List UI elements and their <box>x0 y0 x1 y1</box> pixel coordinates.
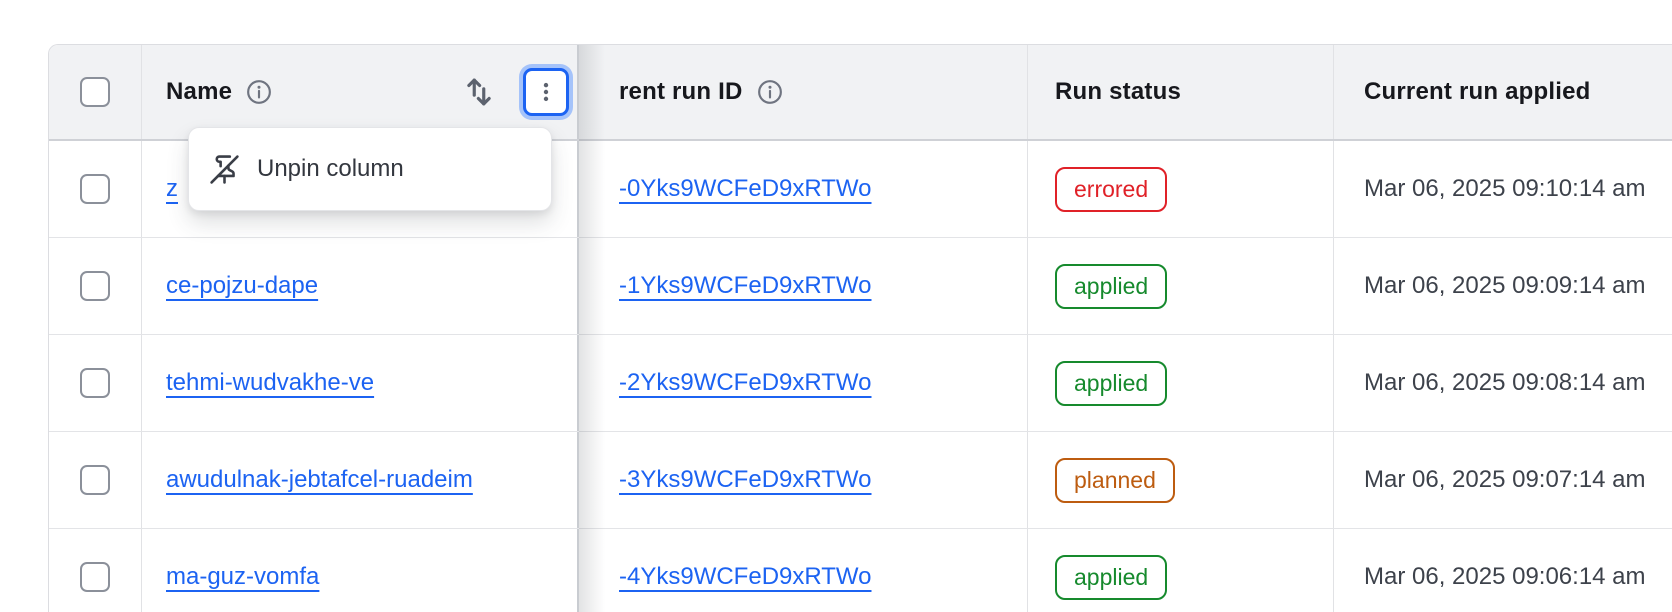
table-row: awudulnak-jebtafcel-ruadeim -3Yks9WCFeD9… <box>49 432 1672 529</box>
name-column-label: Name <box>166 78 232 106</box>
run-status-column-label: Run status <box>1055 78 1181 106</box>
row-checkbox[interactable] <box>80 368 110 398</box>
workspace-name-link[interactable]: tehmi-wudvakhe-ve <box>166 369 374 397</box>
column-header-current-run-id: rent run ID <box>579 45 1027 139</box>
column-header-current-run-applied: Current run applied <box>1333 45 1672 139</box>
info-icon[interactable] <box>246 79 272 105</box>
table-row: tehmi-wudvakhe-ve -2Yks9WCFeD9xRTWo appl… <box>49 335 1672 432</box>
current-run-applied-column-label: Current run applied <box>1364 78 1590 106</box>
run-id-link[interactable]: -2Yks9WCFeD9xRTWo <box>619 369 872 397</box>
row-checkbox[interactable] <box>80 562 110 592</box>
column-options-menu: Unpin column <box>188 127 552 211</box>
current-run-applied-timestamp: Mar 06, 2025 09:08:14 am <box>1364 369 1646 397</box>
column-header-name: Name <box>141 45 579 139</box>
table-row: ma-guz-vomfa -4Yks9WCFeD9xRTWo applied M… <box>49 529 1672 612</box>
run-status-badge: applied <box>1055 264 1167 309</box>
run-id-column-label: rent run ID <box>619 78 743 106</box>
run-status-badge: planned <box>1055 458 1175 503</box>
run-id-link[interactable]: -3Yks9WCFeD9xRTWo <box>619 466 872 494</box>
current-run-applied-timestamp: Mar 06, 2025 09:10:14 am <box>1364 175 1646 203</box>
column-options-button[interactable] <box>523 68 569 116</box>
current-run-applied-timestamp: Mar 06, 2025 09:07:14 am <box>1364 466 1646 494</box>
run-id-link[interactable]: -4Yks9WCFeD9xRTWo <box>619 563 872 591</box>
row-checkbox[interactable] <box>80 271 110 301</box>
row-checkbox[interactable] <box>80 174 110 204</box>
current-run-applied-timestamp: Mar 06, 2025 09:06:14 am <box>1364 563 1646 591</box>
workspace-name-link[interactable]: ce-pojzu-dape <box>166 272 318 300</box>
workspace-name-link[interactable]: awudulnak-jebtafcel-ruadeim <box>166 466 473 494</box>
workspace-name-link[interactable]: z <box>166 175 178 203</box>
run-id-link[interactable]: -1Yks9WCFeD9xRTWo <box>619 272 872 300</box>
run-status-badge: errored <box>1055 167 1167 212</box>
current-run-applied-timestamp: Mar 06, 2025 09:09:14 am <box>1364 272 1646 300</box>
select-all-checkbox[interactable] <box>80 77 110 107</box>
workspace-name-link[interactable]: ma-guz-vomfa <box>166 563 319 591</box>
kebab-menu-icon <box>535 79 557 105</box>
table-viewport: Name ren <box>0 0 1672 612</box>
sort-arrows-icon[interactable] <box>460 73 498 111</box>
column-header-run-status: Run status <box>1027 45 1333 139</box>
run-status-badge: applied <box>1055 361 1167 406</box>
info-icon[interactable] <box>757 79 783 105</box>
row-checkbox[interactable] <box>80 465 110 495</box>
unpin-column-label: Unpin column <box>257 155 404 183</box>
run-id-link[interactable]: -0Yks9WCFeD9xRTWo <box>619 175 872 203</box>
table-row: ce-pojzu-dape -1Yks9WCFeD9xRTWo applied … <box>49 238 1672 335</box>
select-all-cell <box>49 45 141 139</box>
pin-off-icon <box>209 154 240 185</box>
menu-item-unpin-column[interactable]: Unpin column <box>209 128 551 210</box>
run-status-badge: applied <box>1055 555 1167 600</box>
